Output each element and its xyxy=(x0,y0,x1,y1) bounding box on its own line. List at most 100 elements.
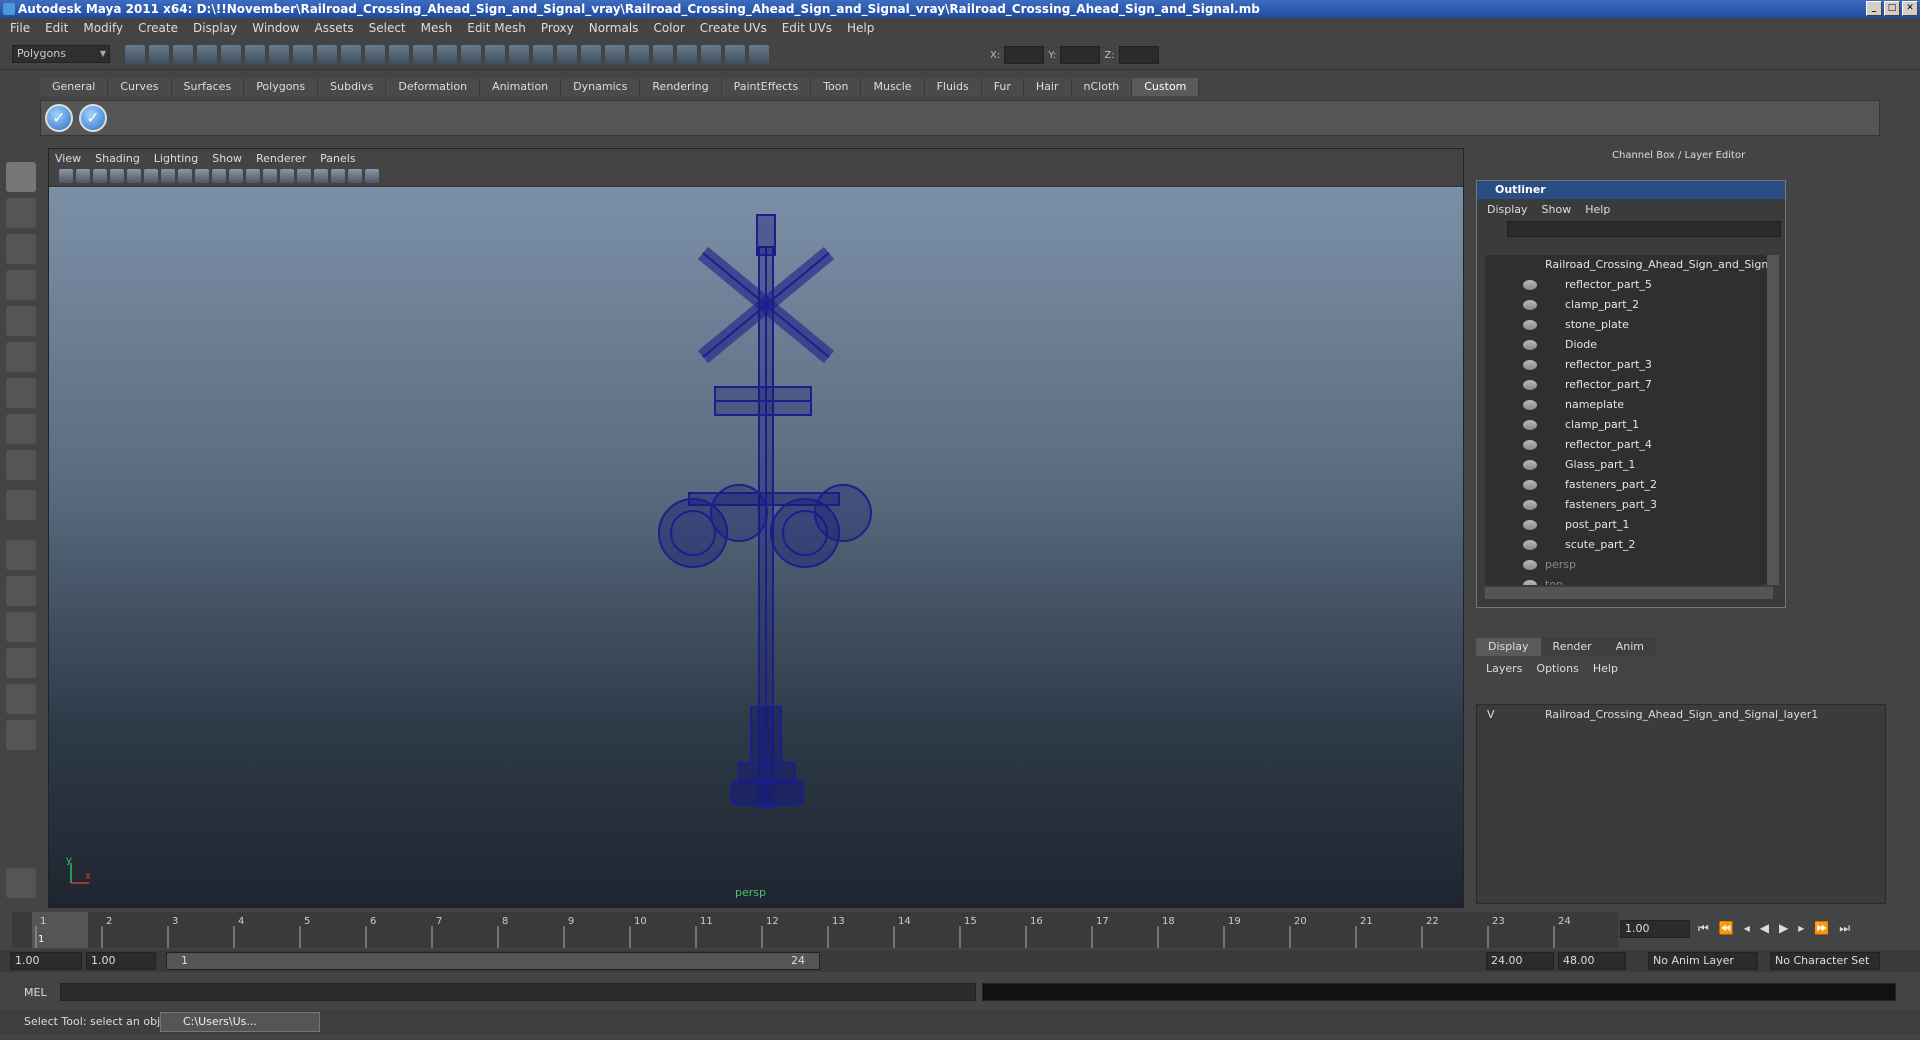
layer-menu-help[interactable]: Help xyxy=(1593,662,1618,675)
outliner-icon[interactable] xyxy=(701,45,721,65)
list-item[interactable]: fasteners_part_2 xyxy=(1485,475,1773,495)
step-back-frame-icon[interactable]: ◂ xyxy=(1744,921,1750,936)
shelf-tab-fluids[interactable]: Fluids xyxy=(924,78,982,96)
list-item[interactable]: Glass_part_1 xyxy=(1485,455,1773,475)
menu-help[interactable]: Help xyxy=(847,21,874,35)
isolate-select-icon[interactable] xyxy=(365,169,379,183)
shelf-tab-polygons[interactable]: Polygons xyxy=(244,78,319,96)
step-back-key-icon[interactable]: ⏪ xyxy=(1719,921,1734,936)
lock-icon[interactable] xyxy=(461,45,481,65)
checkmark-icon[interactable]: ✓ xyxy=(79,104,107,132)
input-output-icon[interactable] xyxy=(413,45,433,65)
outliner-menu-show[interactable]: Show xyxy=(1542,203,1572,216)
lights-icon[interactable] xyxy=(314,169,328,183)
shelf-tab-surfaces[interactable]: Surfaces xyxy=(171,78,245,96)
safe-title-icon[interactable] xyxy=(229,169,243,183)
menu-modify[interactable]: Modify xyxy=(83,21,123,35)
menu-select[interactable]: Select xyxy=(369,21,406,35)
list-item[interactable]: Diode xyxy=(1485,335,1773,355)
menu-display[interactable]: Display xyxy=(193,21,237,35)
shelf-tab-curves[interactable]: Curves xyxy=(108,78,172,96)
save-scene-icon[interactable] xyxy=(173,45,193,65)
film-gate-icon[interactable] xyxy=(144,169,158,183)
list-item[interactable]: stone_plate xyxy=(1485,315,1773,335)
shelf-tab-rendering[interactable]: Rendering xyxy=(640,78,722,96)
shelf-tab-dynamics[interactable]: Dynamics xyxy=(561,78,641,96)
viewport-menu-panels[interactable]: Panels xyxy=(320,152,355,165)
tab-display[interactable]: Display xyxy=(1476,638,1541,656)
shelf-tab-animation[interactable]: Animation xyxy=(480,78,562,96)
outliner-menu-display[interactable]: Display xyxy=(1487,203,1528,216)
open-scene-icon[interactable] xyxy=(149,45,169,65)
checkmark-icon[interactable]: ✓ xyxy=(45,104,73,132)
ipr-render-icon[interactable] xyxy=(557,45,577,65)
menu-create-uvs[interactable]: Create UVs xyxy=(700,21,767,35)
four-view-layout-icon[interactable] xyxy=(6,576,36,606)
close-button[interactable]: ✕ xyxy=(1902,1,1918,16)
list-item[interactable]: scute_part_2 xyxy=(1485,535,1773,555)
shadows-icon[interactable] xyxy=(331,169,345,183)
start-time-field[interactable]: 1.00 xyxy=(10,952,82,970)
shelf-tab-muscle[interactable]: Muscle xyxy=(861,78,925,96)
camera-attributes-icon[interactable] xyxy=(76,169,90,183)
snap-grid-icon[interactable] xyxy=(269,45,289,65)
select-hierarchy-icon[interactable] xyxy=(197,45,217,65)
menu-file[interactable]: File xyxy=(10,21,30,35)
script-editor-icon[interactable] xyxy=(6,868,36,898)
select-component-icon[interactable] xyxy=(245,45,265,65)
menu-color[interactable]: Color xyxy=(653,21,684,35)
layer-row[interactable]: V Railroad_Crossing_Ahead_Sign_and_Signa… xyxy=(1477,705,1885,725)
attribute-editor-icon[interactable] xyxy=(653,45,673,65)
lasso-tool-icon[interactable] xyxy=(6,198,36,228)
outliner-root[interactable]: Railroad_Crossing_Ahead_Sign_and_Signal xyxy=(1485,255,1773,275)
snap-plane-icon[interactable] xyxy=(341,45,361,65)
shelf-tab-hair[interactable]: Hair xyxy=(1023,78,1072,96)
menu-edit-mesh[interactable]: Edit Mesh xyxy=(467,21,526,35)
dope-sheet-layout-icon[interactable] xyxy=(6,720,36,750)
hypershade-layout-icon[interactable] xyxy=(6,684,36,714)
list-item[interactable]: fasteners_part_3 xyxy=(1485,495,1773,515)
menu-window[interactable]: Window xyxy=(252,21,299,35)
go-to-start-icon[interactable]: ⏮ xyxy=(1698,921,1709,936)
hypershade-icon[interactable] xyxy=(605,45,625,65)
shelf-tab-toon[interactable]: Toon xyxy=(811,78,862,96)
list-item[interactable]: persp xyxy=(1485,555,1773,575)
play-back-icon[interactable]: ◀ xyxy=(1760,921,1769,936)
maximize-button[interactable]: □ xyxy=(1884,1,1900,16)
shelf-tab-deformation[interactable]: Deformation xyxy=(386,78,481,96)
tab-anim[interactable]: Anim xyxy=(1603,638,1656,656)
minimize-button[interactable]: _ xyxy=(1866,1,1882,16)
render-view-icon[interactable] xyxy=(509,45,529,65)
current-frame-field[interactable]: 1.00 xyxy=(1620,920,1690,938)
select-object-icon[interactable] xyxy=(221,45,241,65)
magnet-icon[interactable] xyxy=(485,45,505,65)
shelf-tab-fur[interactable]: Fur xyxy=(981,78,1024,96)
playback-start-field[interactable]: 1.00 xyxy=(86,952,156,970)
paint-select-icon[interactable] xyxy=(6,234,36,264)
outliner-horizontal-scrollbar[interactable] xyxy=(1485,587,1773,599)
outliner-search-input[interactable] xyxy=(1507,221,1781,237)
gate-mask-icon[interactable] xyxy=(178,169,192,183)
single-perspective-layout-icon[interactable] xyxy=(6,540,36,570)
layer-visibility-toggle[interactable]: V xyxy=(1487,705,1495,725)
menu-edit-uvs[interactable]: Edit UVs xyxy=(782,21,832,35)
y-field[interactable] xyxy=(1060,46,1101,64)
smooth-shade-icon[interactable] xyxy=(263,169,277,183)
field-chart-icon[interactable] xyxy=(195,169,209,183)
list-item[interactable]: reflector_part_3 xyxy=(1485,355,1773,375)
menu-edit[interactable]: Edit xyxy=(45,21,68,35)
tab-render[interactable]: Render xyxy=(1540,638,1604,656)
layer-menu-options[interactable]: Options xyxy=(1536,662,1578,675)
wireframe-icon[interactable] xyxy=(246,169,260,183)
help-icon[interactable] xyxy=(437,45,457,65)
anim-layer-dropdown[interactable]: No Anim Layer xyxy=(1648,952,1758,970)
camera-select-icon[interactable] xyxy=(59,169,73,183)
layer-menu-layers[interactable]: Layers xyxy=(1486,662,1522,675)
playback-end-field[interactable]: 24.00 xyxy=(1486,952,1554,970)
select-tool-icon[interactable] xyxy=(6,162,36,192)
grid-icon[interactable] xyxy=(127,169,141,183)
viewport-menu-renderer[interactable]: Renderer xyxy=(256,152,306,165)
rotate-tool-icon[interactable] xyxy=(6,306,36,336)
outliner-menu-help[interactable]: Help xyxy=(1585,203,1610,216)
new-scene-icon[interactable] xyxy=(125,45,145,65)
